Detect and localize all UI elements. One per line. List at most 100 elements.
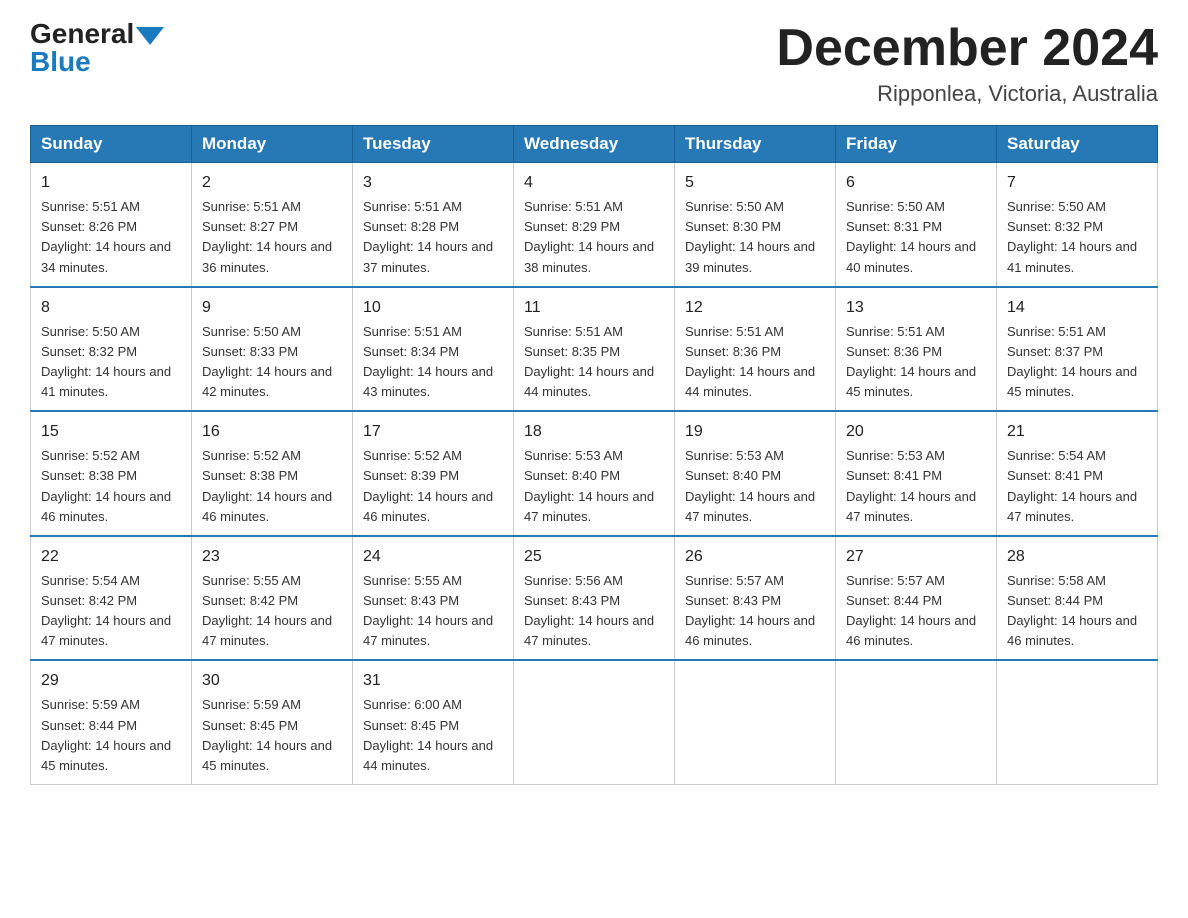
- day-number: 13: [846, 296, 986, 320]
- calendar-header-row: SundayMondayTuesdayWednesdayThursdayFrid…: [31, 126, 1158, 163]
- calendar-cell: 17Sunrise: 5:52 AMSunset: 8:39 PMDayligh…: [353, 411, 514, 536]
- calendar-cell: 10 Sunrise: 5:51 AMSunset: 8:34 PMDayligh…: [353, 287, 514, 412]
- day-number: 23: [202, 545, 342, 569]
- weekday-header-sunday: Sunday: [31, 126, 192, 163]
- calendar-week-row: 29 Sunrise: 5:59 AMSunset: 8:44 PMDayligh…: [31, 660, 1158, 784]
- calendar-cell: 4 Sunrise: 5:51 AMSunset: 8:29 PMDaylight…: [514, 163, 675, 287]
- calendar-cell: 18 Sunrise: 5:53 AMSunset: 8:40 PMDayligh…: [514, 411, 675, 536]
- calendar-cell: 31 Sunrise: 6:00 AMSunset: 8:45 PMDayligh…: [353, 660, 514, 784]
- day-info: Sunrise: 5:54 AMSunset: 8:41 PMDaylight:…: [1007, 448, 1137, 523]
- location-title: Ripponlea, Victoria, Australia: [776, 81, 1158, 107]
- calendar-cell: 13 Sunrise: 5:51 AMSunset: 8:36 PMDayligh…: [836, 287, 997, 412]
- day-info: Sunrise: 5:58 AMSunset: 8:44 PMDaylight:…: [1007, 573, 1137, 648]
- calendar-cell: 26Sunrise: 5:57 AMSunset: 8:43 PMDayligh…: [675, 536, 836, 661]
- weekday-header-wednesday: Wednesday: [514, 126, 675, 163]
- day-number: 8: [41, 296, 181, 320]
- calendar-cell: 3Sunrise: 5:51 AMSunset: 8:28 PMDaylight…: [353, 163, 514, 287]
- calendar-cell: 8 Sunrise: 5:50 AMSunset: 8:32 PMDaylight…: [31, 287, 192, 412]
- logo: General Blue: [30, 20, 164, 78]
- day-info: Sunrise: 5:52 AMSunset: 8:38 PMDaylight:…: [202, 448, 332, 523]
- calendar-week-row: 15 Sunrise: 5:52 AMSunset: 8:38 PMDayligh…: [31, 411, 1158, 536]
- weekday-header-friday: Friday: [836, 126, 997, 163]
- day-number: 14: [1007, 296, 1147, 320]
- day-info: Sunrise: 5:53 AMSunset: 8:40 PMDaylight:…: [685, 448, 815, 523]
- calendar-body: 1Sunrise: 5:51 AMSunset: 8:26 PMDaylight…: [31, 163, 1158, 785]
- day-number: 10: [363, 296, 503, 320]
- day-info: Sunrise: 5:51 AMSunset: 8:29 PMDaylight:…: [524, 199, 654, 274]
- day-number: 5: [685, 171, 825, 195]
- day-number: 20: [846, 420, 986, 444]
- logo-arrow-icon: [136, 27, 164, 45]
- weekday-header-monday: Monday: [192, 126, 353, 163]
- calendar-cell: 1Sunrise: 5:51 AMSunset: 8:26 PMDaylight…: [31, 163, 192, 287]
- calendar-cell: [836, 660, 997, 784]
- calendar-cell: 27 Sunrise: 5:57 AMSunset: 8:44 PMDayligh…: [836, 536, 997, 661]
- day-number: 16: [202, 420, 342, 444]
- day-number: 28: [1007, 545, 1147, 569]
- day-info: Sunrise: 5:50 AMSunset: 8:31 PMDaylight:…: [846, 199, 976, 274]
- day-number: 11: [524, 296, 664, 320]
- day-info: Sunrise: 5:50 AMSunset: 8:32 PMDaylight:…: [1007, 199, 1137, 274]
- day-number: 7: [1007, 171, 1147, 195]
- month-title: December 2024: [776, 20, 1158, 77]
- calendar-cell: 11Sunrise: 5:51 AMSunset: 8:35 PMDayligh…: [514, 287, 675, 412]
- logo-general-text: General: [30, 20, 134, 48]
- calendar-cell: 15 Sunrise: 5:52 AMSunset: 8:38 PMDayligh…: [31, 411, 192, 536]
- day-info: Sunrise: 5:56 AMSunset: 8:43 PMDaylight:…: [524, 573, 654, 648]
- page-header: General Blue December 2024 Ripponlea, Vi…: [30, 20, 1158, 107]
- day-info: Sunrise: 5:55 AMSunset: 8:42 PMDaylight:…: [202, 573, 332, 648]
- day-number: 17: [363, 420, 503, 444]
- day-info: Sunrise: 5:53 AMSunset: 8:41 PMDaylight:…: [846, 448, 976, 523]
- weekday-header-tuesday: Tuesday: [353, 126, 514, 163]
- day-number: 30: [202, 669, 342, 693]
- calendar-week-row: 1Sunrise: 5:51 AMSunset: 8:26 PMDaylight…: [31, 163, 1158, 287]
- day-info: Sunrise: 5:51 AMSunset: 8:37 PMDaylight:…: [1007, 324, 1137, 399]
- day-info: Sunrise: 5:59 AMSunset: 8:44 PMDaylight:…: [41, 697, 171, 772]
- day-number: 24: [363, 545, 503, 569]
- day-info: Sunrise: 5:51 AMSunset: 8:28 PMDaylight:…: [363, 199, 493, 274]
- calendar-cell: 6Sunrise: 5:50 AMSunset: 8:31 PMDaylight…: [836, 163, 997, 287]
- calendar-cell: 24 Sunrise: 5:55 AMSunset: 8:43 PMDayligh…: [353, 536, 514, 661]
- calendar-cell: 22Sunrise: 5:54 AMSunset: 8:42 PMDayligh…: [31, 536, 192, 661]
- day-info: Sunrise: 5:57 AMSunset: 8:44 PMDaylight:…: [846, 573, 976, 648]
- calendar-cell: 14 Sunrise: 5:51 AMSunset: 8:37 PMDayligh…: [997, 287, 1158, 412]
- day-number: 4: [524, 171, 664, 195]
- day-number: 27: [846, 545, 986, 569]
- day-info: Sunrise: 6:00 AMSunset: 8:45 PMDaylight:…: [363, 697, 493, 772]
- day-number: 9: [202, 296, 342, 320]
- day-info: Sunrise: 5:50 AMSunset: 8:32 PMDaylight:…: [41, 324, 171, 399]
- day-number: 25: [524, 545, 664, 569]
- day-info: Sunrise: 5:51 AMSunset: 8:36 PMDaylight:…: [846, 324, 976, 399]
- day-number: 12: [685, 296, 825, 320]
- day-info: Sunrise: 5:51 AMSunset: 8:27 PMDaylight:…: [202, 199, 332, 274]
- day-number: 1: [41, 171, 181, 195]
- calendar-cell: [514, 660, 675, 784]
- day-info: Sunrise: 5:51 AMSunset: 8:34 PMDaylight:…: [363, 324, 493, 399]
- calendar-cell: 21Sunrise: 5:54 AMSunset: 8:41 PMDayligh…: [997, 411, 1158, 536]
- day-number: 29: [41, 669, 181, 693]
- calendar-cell: 2 Sunrise: 5:51 AMSunset: 8:27 PMDaylight…: [192, 163, 353, 287]
- calendar-cell: 9Sunrise: 5:50 AMSunset: 8:33 PMDaylight…: [192, 287, 353, 412]
- calendar-cell: 25 Sunrise: 5:56 AMSunset: 8:43 PMDayligh…: [514, 536, 675, 661]
- day-number: 2: [202, 171, 342, 195]
- title-block: December 2024 Ripponlea, Victoria, Austr…: [776, 20, 1158, 107]
- weekday-header-saturday: Saturday: [997, 126, 1158, 163]
- calendar-cell: [675, 660, 836, 784]
- day-number: 31: [363, 669, 503, 693]
- day-number: 15: [41, 420, 181, 444]
- calendar-cell: 16 Sunrise: 5:52 AMSunset: 8:38 PMDayligh…: [192, 411, 353, 536]
- day-info: Sunrise: 5:55 AMSunset: 8:43 PMDaylight:…: [363, 573, 493, 648]
- day-info: Sunrise: 5:59 AMSunset: 8:45 PMDaylight:…: [202, 697, 332, 772]
- logo-blue-text: Blue: [30, 46, 91, 78]
- day-info: Sunrise: 5:53 AMSunset: 8:40 PMDaylight:…: [524, 448, 654, 523]
- calendar-cell: 23 Sunrise: 5:55 AMSunset: 8:42 PMDayligh…: [192, 536, 353, 661]
- weekday-header-thursday: Thursday: [675, 126, 836, 163]
- day-number: 19: [685, 420, 825, 444]
- day-info: Sunrise: 5:51 AMSunset: 8:36 PMDaylight:…: [685, 324, 815, 399]
- calendar-cell: 7 Sunrise: 5:50 AMSunset: 8:32 PMDaylight…: [997, 163, 1158, 287]
- calendar-week-row: 22Sunrise: 5:54 AMSunset: 8:42 PMDayligh…: [31, 536, 1158, 661]
- calendar-cell: 5Sunrise: 5:50 AMSunset: 8:30 PMDaylight…: [675, 163, 836, 287]
- day-info: Sunrise: 5:52 AMSunset: 8:38 PMDaylight:…: [41, 448, 171, 523]
- calendar-cell: 20 Sunrise: 5:53 AMSunset: 8:41 PMDayligh…: [836, 411, 997, 536]
- day-number: 18: [524, 420, 664, 444]
